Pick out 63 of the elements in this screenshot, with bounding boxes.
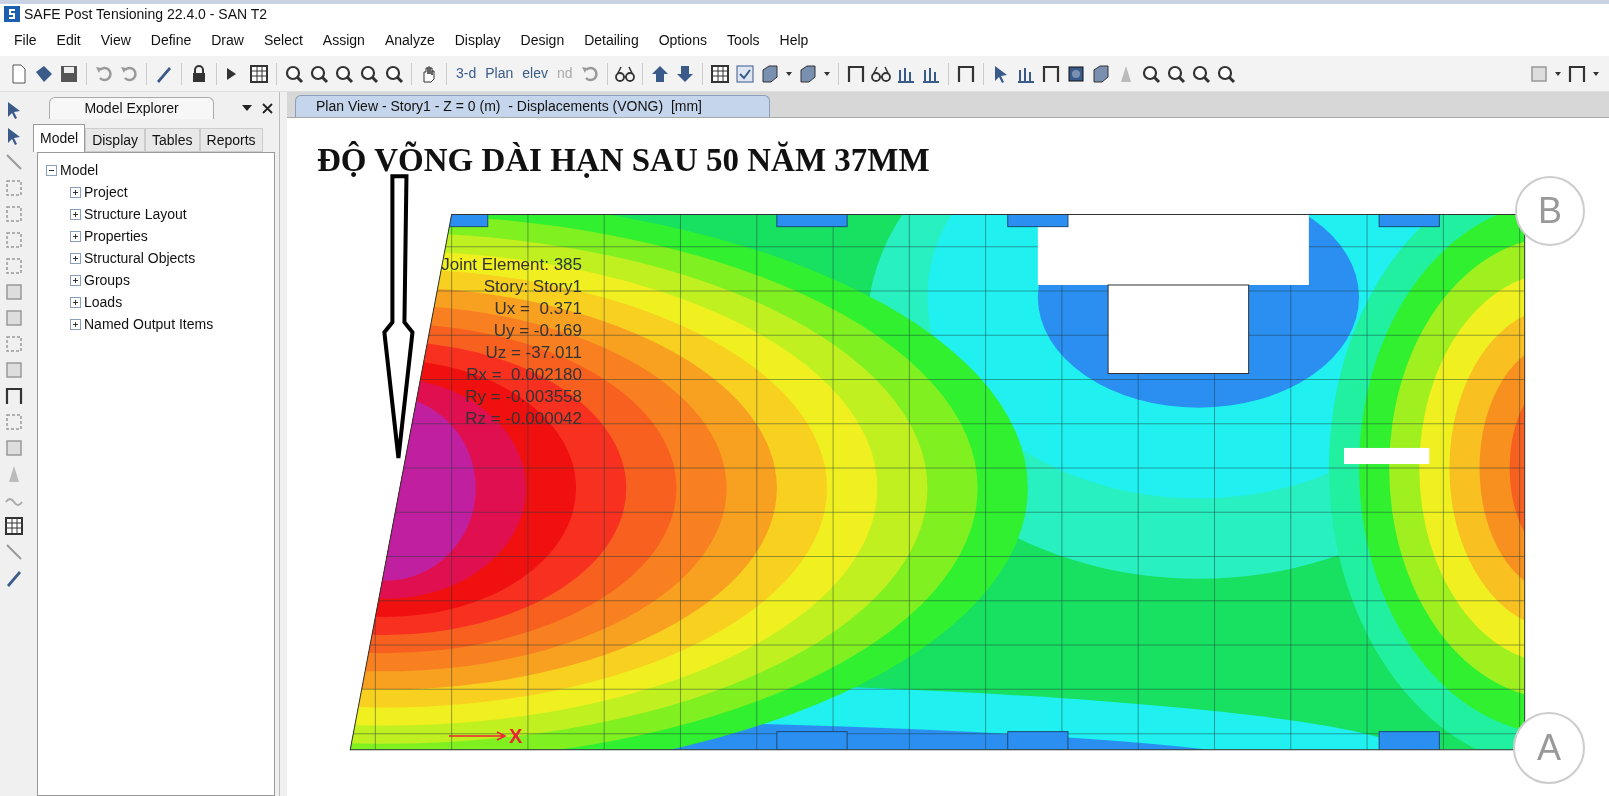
expand-icon[interactable] [70,318,81,330]
menu-item[interactable]: Detailing [574,27,649,53]
menu-item[interactable]: Design [510,27,575,53]
menu-item[interactable]: Help [769,27,819,53]
tree-item[interactable]: Project [84,181,128,203]
zoom-icon[interactable] [283,63,305,84]
joint-info-text: Ux = 0.371 [494,298,582,320]
save-icon[interactable] [58,63,80,84]
menu-item[interactable]: Define [140,27,202,53]
tree-item[interactable]: Structure Layout [84,203,187,225]
view-button[interactable]: elev [519,63,551,84]
zoom-out-icon[interactable] [383,63,405,84]
explorer-tab[interactable]: Tables [145,128,200,152]
window-title: SAFE Post Tensioning 22.4.0 - SAN T2 [24,4,268,24]
view-button[interactable]: 3-d [453,63,480,84]
close-icon[interactable] [262,102,273,114]
collapse-icon[interactable] [46,164,57,176]
menu-item[interactable]: Analyze [374,27,445,53]
zoom-icon[interactable] [308,63,330,84]
grid-label: A [1513,712,1585,784]
grid-icon[interactable] [708,63,731,84]
menu-item[interactable]: Edit [46,27,91,53]
expand-icon[interactable] [70,186,81,198]
explorer-tab[interactable]: Model [33,124,86,152]
expand-icon[interactable] [70,296,81,308]
tree-item[interactable]: Loads [84,291,123,313]
joint-info-text: Rx = 0.002180 [466,364,582,386]
joint-info-text: Uy = -0.169 [493,320,582,342]
table-icon[interactable] [248,63,270,84]
menu-item[interactable]: Tools [716,27,770,53]
joint-info-text: Uz = -37.011 [485,342,582,364]
joint-info-text: Ry = -0.003558 [465,386,582,408]
expand-icon[interactable] [70,252,81,264]
axis-label: X [509,724,523,749]
tree-item[interactable]: Named Output Items [84,313,214,335]
tree-item[interactable]: Groups [84,269,130,291]
menu-item[interactable]: View [90,27,141,53]
menu-item[interactable]: Draw [201,27,254,53]
tree-item[interactable]: Properties [84,225,148,247]
tree-item[interactable]: Structural Objects [84,247,196,269]
annotation-title: ĐỘ VÕNG DÀI HẠN SAU 50 NĂM 37MM [317,140,930,180]
menu-item[interactable]: File [4,27,47,53]
zoom-in-icon[interactable] [358,63,380,84]
grid-label: B [1515,176,1585,246]
expand-icon[interactable] [70,274,81,286]
tree-item[interactable]: Model [60,159,99,181]
menu-item[interactable]: Options [648,27,717,53]
explorer-tab[interactable]: Display [85,128,146,152]
checkbox-icon[interactable] [733,63,756,84]
joint-info-text: Rz = -0.000042 [465,408,582,430]
dropdown-icon[interactable] [242,105,252,111]
menu-item[interactable]: Display [444,27,511,53]
expand-icon[interactable] [70,208,81,220]
view-button[interactable]: Plan [482,63,517,84]
menu-item[interactable]: Select [253,27,313,53]
joint-info-text: Story: Story1 [483,276,582,298]
explorer-tab[interactable]: Reports [199,128,263,152]
menu-item[interactable]: Assign [312,27,375,53]
expand-icon[interactable] [70,230,81,242]
grid-icon[interactable] [2,516,25,536]
document-tab[interactable]: Plan View - Story1 - Z = 0 (m) - Displacements (VONG) [mm] [295,95,770,117]
zoom-icon[interactable] [333,63,355,84]
axis-arrow [449,731,507,741]
